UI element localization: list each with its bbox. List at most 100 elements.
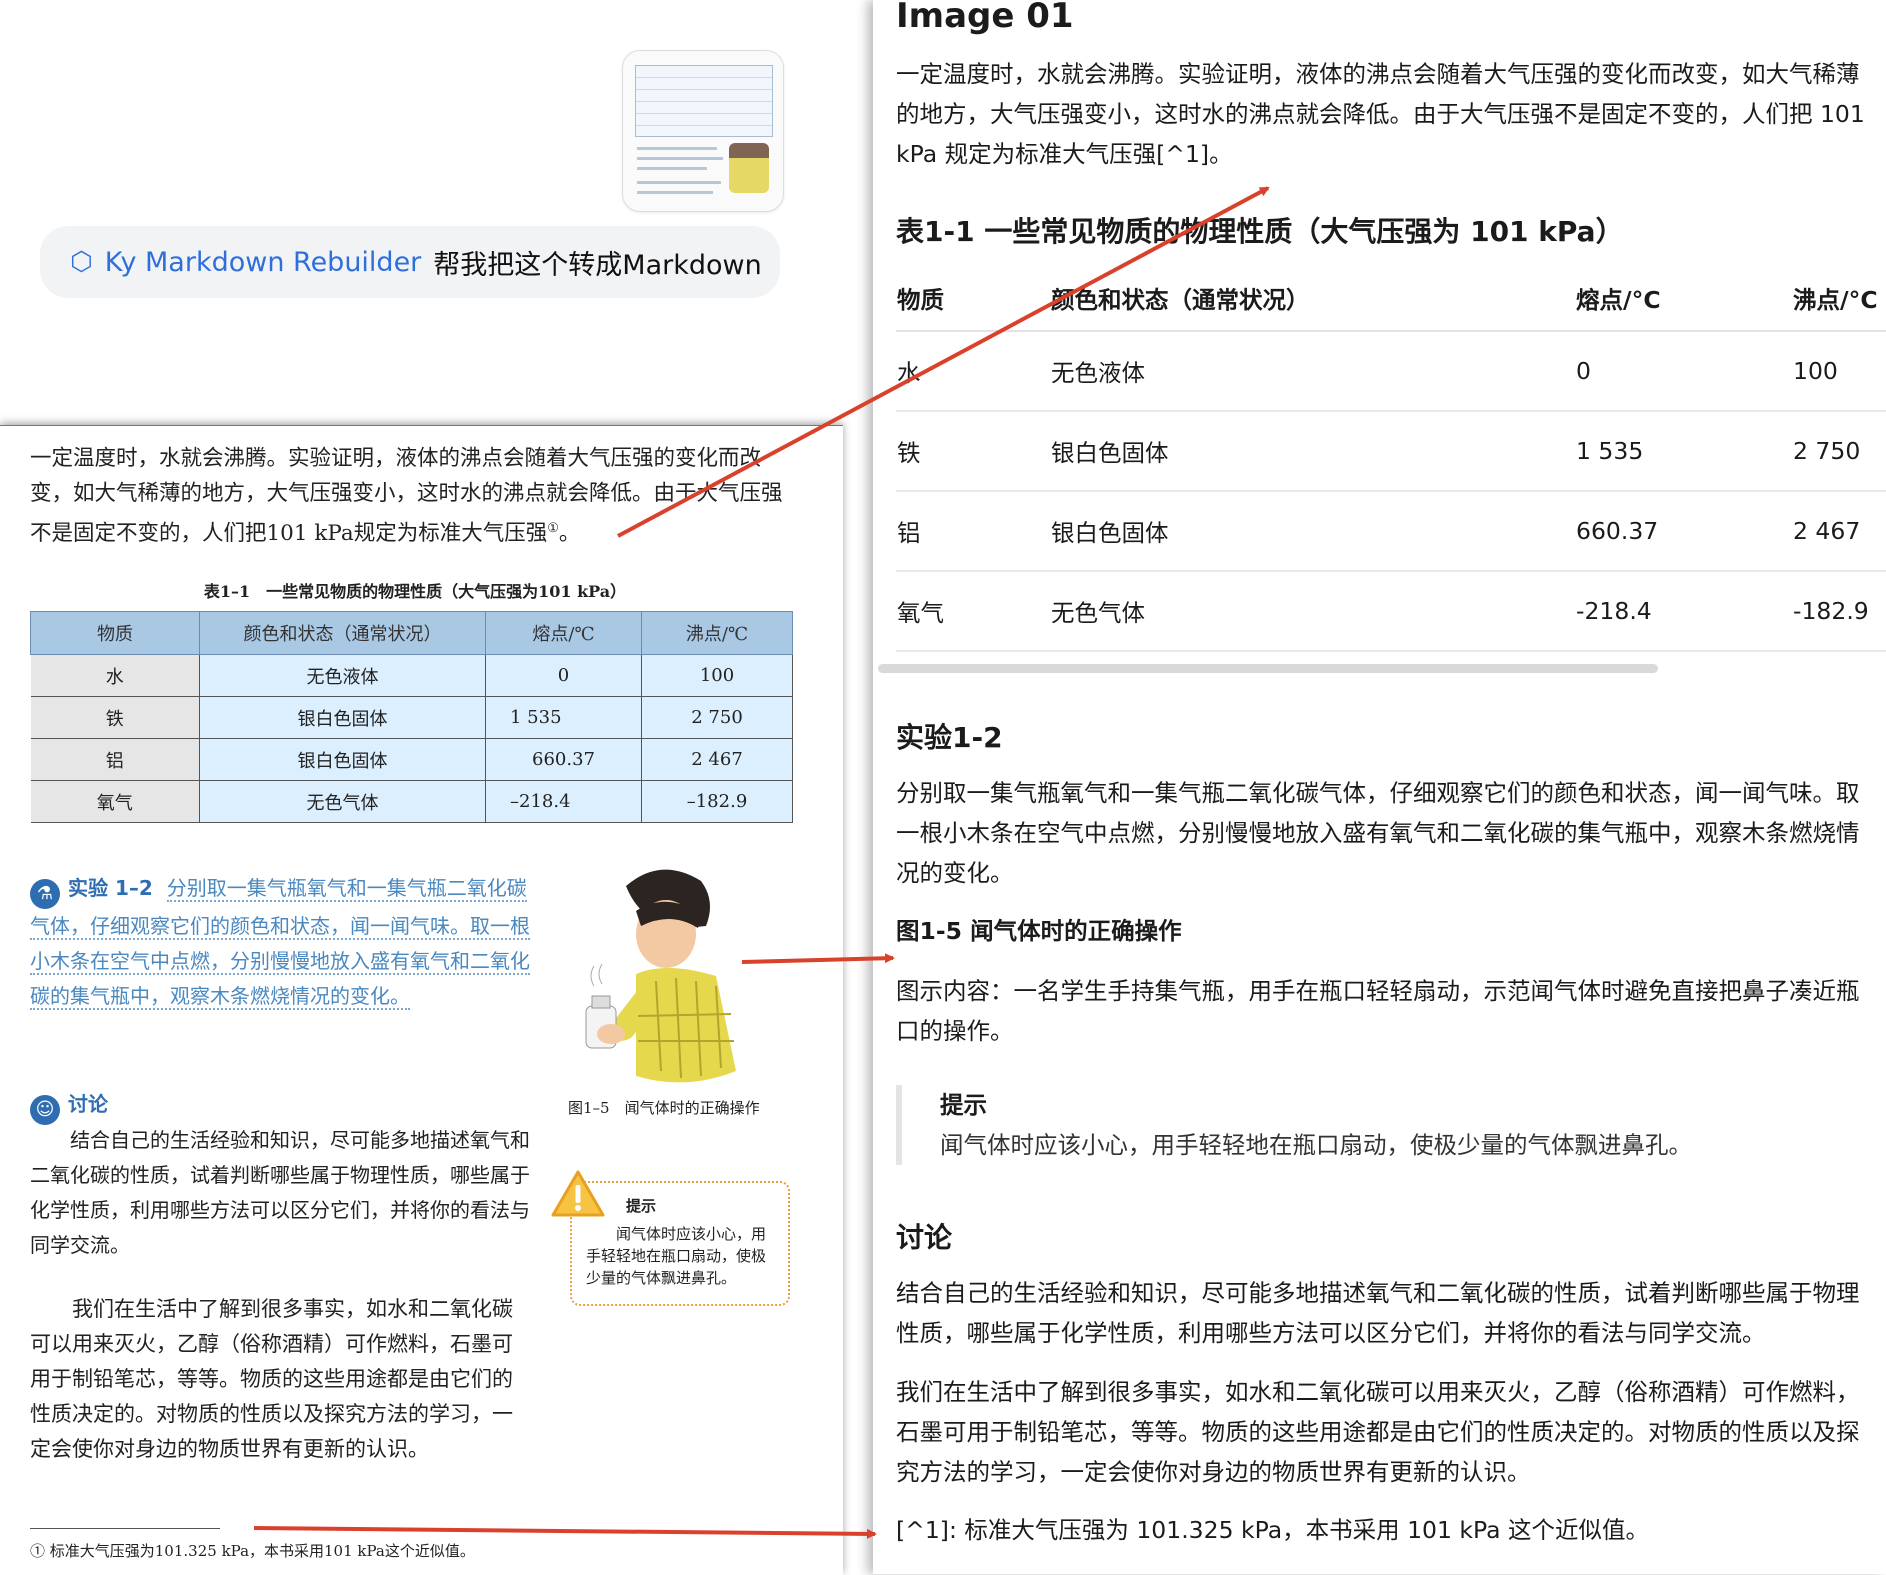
table-horizontal-scrollbar[interactable]	[878, 664, 1658, 673]
thumbnail-table-graphic	[635, 65, 773, 137]
tip-box: 提示 闻气体时应该小心，用手轻轻地在瓶口扇动，使极少量的气体飘进鼻孔。	[551, 1170, 790, 1306]
md-table-header: 物质	[896, 266, 1050, 332]
attached-image-thumbnail[interactable]	[622, 50, 784, 212]
book-table-cell: 铝	[30, 738, 200, 781]
thumbnail-figure	[729, 143, 769, 193]
md-table-cell: 0	[1575, 331, 1792, 412]
book-experiment-block: ⚗ 实验 1–2 分别取一集气瓶氧气和一集气瓶二氧化碳气体，仔细观察它们的颜色和状态…	[30, 871, 530, 1014]
book-paragraph-uses: 我们在生活中了解到很多事实，如水和二氧化碳可以用来灭火，乙醇（俗称酒精）可作燃料…	[30, 1297, 513, 1461]
md-uses-paragraph: 我们在生活中了解到很多事实，如水和二氧化碳可以用来灭火，乙醇（俗称酒精）可作燃料…	[896, 1378, 1860, 1486]
md-table-cell: 660.37	[1575, 491, 1792, 572]
discussion-text: 结合自己的生活经验和知识，尽可能多地描述氧气和二氧化碳的性质，试着判断哪些属于物…	[30, 1128, 530, 1257]
cube-icon: ⬡	[70, 247, 93, 277]
book-table-cell: 银白色固体	[199, 696, 486, 739]
footnote-mark: ①	[547, 521, 559, 536]
md-table-cell: 2 750	[1792, 411, 1886, 492]
book-table-cell: –182.9	[641, 780, 793, 823]
md-table-header: 颜色和状态（通常状况）	[1050, 266, 1575, 332]
md-table-cell: 无色液体	[1050, 331, 1575, 412]
book-intro-text: 一定温度时，水就会沸腾。实验证明，液体的沸点会随着大气压强的变化而改变，如大气稀…	[30, 446, 783, 547]
book-table-row: 铝 银白色固体 660.37 2 467	[30, 738, 793, 781]
discussion-label-block: ☺ 讨论	[30, 1088, 108, 1125]
book-table: 物质 颜色和状态（通常状况） 熔点/℃ 沸点/℃ 水 无色液体 0 100 铁 …	[30, 611, 793, 823]
md-title: Image 01	[896, 0, 1074, 36]
textbook-scan: 一定温度时，水就会沸腾。实验证明，液体的沸点会随着大气压强的变化而改变，如大气稀…	[0, 425, 843, 1575]
app-mention[interactable]: Ky Markdown Rebuilder	[105, 247, 422, 278]
book-table-cell: 无色液体	[199, 654, 486, 697]
book-table-header: 颜色和状态（通常状况）	[199, 611, 486, 655]
md-table-cell: 银白色固体	[1050, 491, 1575, 572]
book-table-row: 水 无色液体 0 100	[30, 654, 793, 697]
experiment-label: 实验 1–2	[68, 876, 153, 900]
md-table-cell: 铝	[896, 491, 1050, 572]
figure-caption: 图1–5 闻气体时的正确操作	[568, 1099, 760, 1117]
md-table-cell: 100	[1792, 331, 1886, 412]
md-table-cell: 银白色固体	[1050, 411, 1575, 492]
md-table-cell: 1 535	[1575, 411, 1792, 492]
md-intro-paragraph: 一定温度时，水就会沸腾。实验证明，液体的沸点会随着大气压强的变化而改变，如大气稀…	[896, 60, 1865, 168]
md-figure-description: 图示内容：一名学生手持集气瓶，用手在瓶口轻轻扇动，示范闻气体时避免直接把鼻子凑近…	[896, 977, 1860, 1045]
discussion-icon: ☺	[30, 1095, 60, 1125]
md-table-title: 表1-1 一些常见物质的物理性质（大气压强为 101 kPa）	[896, 215, 1624, 248]
book-table-cell: 氧气	[30, 780, 200, 823]
md-table-row: 水 无色液体 0 100	[896, 331, 1886, 412]
book-intro-paragraph: 一定温度时，水就会沸腾。实验证明，液体的沸点会随着大气压强的变化而改变，如大气稀…	[30, 446, 783, 547]
book-table-caption: 表1–1 一些常见物质的物理性质（大气压强为101 kPa）	[203, 582, 627, 601]
user-message-text: 帮我把这个转成Markdown	[433, 249, 762, 281]
md-experiment-text: 分别取一集气瓶氧气和一集气瓶二氧化碳气体，仔细观察它们的颜色和状态，闻一闻气味。…	[896, 779, 1860, 887]
book-table-cell: 1 535	[485, 696, 642, 739]
footnote-divider	[30, 1528, 220, 1529]
md-figure-heading: 图1-5 闻气体时的正确操作	[896, 917, 1182, 945]
md-table-cell: -182.9	[1792, 571, 1886, 652]
md-table-row: 氧气 无色气体 -218.4 -182.9	[896, 571, 1886, 652]
md-table-cell: 水	[896, 331, 1050, 412]
book-table-cell: 铁	[30, 696, 200, 739]
tip-title: 提示	[626, 1197, 657, 1215]
book-footnote: ① 标准大气压强为101.325 kPa，本书采用101 kPa这个近似值。	[30, 1542, 475, 1560]
thumbnail-text-line	[637, 191, 713, 194]
user-message-bubble: ⬡ Ky Markdown Rebuilder 帮我把这个转成Markdown	[40, 226, 780, 298]
book-table-cell: 100	[641, 654, 793, 697]
book-table-row: 氧气 无色气体 –218.4 –182.9	[30, 780, 793, 823]
experiment-flask-icon: ⚗	[30, 879, 60, 909]
book-table-cell: 无色气体	[199, 780, 486, 823]
book-table-cell: 2 467	[641, 738, 793, 781]
discussion-label: 讨论	[68, 1092, 108, 1116]
md-table-cell: 无色气体	[1050, 571, 1575, 652]
md-experiment-heading: 实验1-2	[896, 721, 1003, 754]
book-table-header: 熔点/℃	[485, 611, 642, 655]
md-table-row: 铝 银白色固体 660.37 2 467	[896, 491, 1886, 572]
thumbnail-text-line	[637, 157, 723, 160]
md-discussion-text: 结合自己的生活经验和知识，尽可能多地描述氧气和二氧化碳的性质，试着判断哪些属于物…	[896, 1279, 1860, 1347]
book-table-cell: –218.4	[485, 780, 642, 823]
md-footnote: [^1]: 标准大气压强为 101.325 kPa，本书采用 101 kPa 这…	[896, 1516, 1649, 1544]
md-tip-blockquote: 提示 闻气体时应该小心，用手轻轻地在瓶口扇动，使极少量的气体飘进鼻孔。	[896, 1085, 1878, 1165]
book-table-cell: 银白色固体	[199, 738, 486, 781]
md-discussion-heading: 讨论	[896, 1221, 953, 1254]
md-table-cell: 铁	[896, 411, 1050, 492]
book-table-cell: 660.37	[485, 738, 642, 781]
md-table-cell: 2 467	[1792, 491, 1886, 572]
markdown-preview-panel[interactable]: Image 01 一定温度时，水就会沸腾。实验证明，液体的沸点会随着大气压强的变…	[873, 0, 1886, 1574]
md-table-header: 熔点/°C	[1575, 266, 1792, 332]
md-table-wrapper[interactable]: 物质 颜色和状态（通常状况） 熔点/°C 沸点/°C 水 无色液体 0 100 …	[896, 266, 1886, 652]
book-table-header: 物质	[30, 611, 200, 655]
thumbnail-text-line	[637, 167, 707, 170]
book-table-cell: 2 750	[641, 696, 793, 739]
book-table-cell: 水	[30, 654, 200, 697]
md-tip-title: 提示	[940, 1091, 987, 1119]
thumbnail-text-line	[637, 147, 717, 150]
tip-text: 闻气体时应该小心，用手轻轻地在瓶口扇动，使极少量的气体飘进鼻孔。	[586, 1225, 767, 1287]
warning-icon	[551, 1170, 605, 1217]
md-table: 物质 颜色和状态（通常状况） 熔点/°C 沸点/°C 水 无色液体 0 100 …	[896, 266, 1886, 652]
md-tip-text: 闻气体时应该小心，用手轻轻地在瓶口扇动，使极少量的气体飘进鼻孔。	[940, 1131, 1692, 1159]
md-table-header: 沸点/°C	[1792, 266, 1886, 332]
md-table-row: 铁 银白色固体 1 535 2 750	[896, 411, 1886, 492]
book-table-cell: 0	[485, 654, 642, 697]
md-table-cell: 氧气	[896, 571, 1050, 652]
book-table-header: 沸点/℃	[641, 611, 793, 655]
book-table-row: 铁 银白色固体 1 535 2 750	[30, 696, 793, 739]
md-table-cell: -218.4	[1575, 571, 1792, 652]
student-smelling-gas-illustration	[585, 869, 736, 1083]
thumbnail-text-line	[637, 181, 721, 184]
